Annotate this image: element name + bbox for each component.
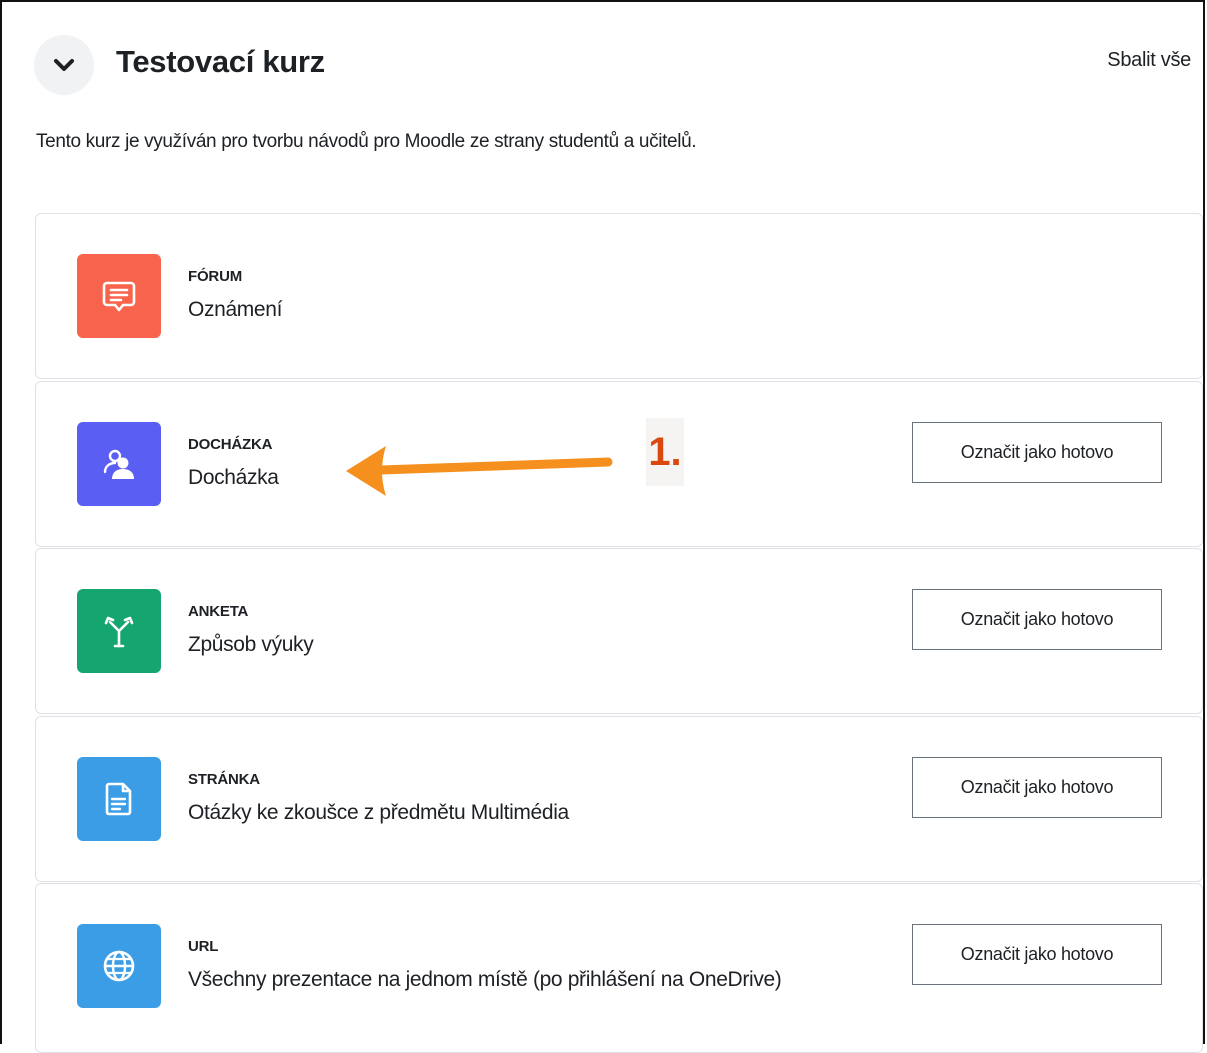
activity-name-link[interactable]: Všechny prezentace na jednom místě (po p… bbox=[188, 968, 782, 992]
activity-forum: FÓRUM Oznámení bbox=[35, 213, 1203, 379]
mark-as-done-button[interactable]: Označit jako hotovo bbox=[912, 422, 1162, 483]
activity-icon-box[interactable] bbox=[77, 589, 161, 673]
activity-page: STRÁNKA Otázky ke zkoušce z předmětu Mul… bbox=[35, 716, 1203, 882]
activity-icon-box[interactable] bbox=[77, 422, 161, 506]
page-icon bbox=[105, 782, 132, 816]
activity-icon-box[interactable] bbox=[77, 757, 161, 841]
attendance-icon bbox=[103, 449, 134, 479]
activity-type: DOCHÁZKA bbox=[188, 436, 273, 453]
activity-type: FÓRUM bbox=[188, 268, 242, 285]
activity-icon-box[interactable] bbox=[77, 254, 161, 338]
activity-type: STRÁNKA bbox=[188, 771, 260, 788]
activity-type: URL bbox=[188, 938, 219, 955]
mark-as-done-button[interactable]: Označit jako hotovo bbox=[912, 924, 1162, 985]
course-description: Tento kurz je využíván pro tvorbu návodů… bbox=[36, 131, 697, 152]
chevron-down-icon bbox=[54, 59, 74, 71]
collapse-all-link[interactable]: Sbalit vše bbox=[1107, 49, 1191, 72]
activity-name-link[interactable]: Způsob výuky bbox=[188, 633, 314, 657]
activity-url: URL Všechny prezentace na jednom místě (… bbox=[35, 883, 1203, 1053]
activity-name-link[interactable]: Docházka bbox=[188, 466, 279, 490]
activity-name-link[interactable]: Oznámení bbox=[188, 298, 282, 322]
course-title: Testovací kurz bbox=[116, 44, 325, 79]
activity-type: ANKETA bbox=[188, 603, 249, 620]
annotation-step-label: 1. bbox=[646, 418, 684, 486]
activity-icon-box[interactable] bbox=[77, 924, 161, 1008]
annotation-arrow-icon bbox=[346, 446, 613, 496]
choice-icon bbox=[104, 616, 134, 648]
activity-name-link[interactable]: Otázky ke zkoušce z předmětu Multimédia bbox=[188, 801, 569, 825]
activity-choice: ANKETA Způsob výuky Označit jako hotovo bbox=[35, 548, 1203, 714]
forum-icon bbox=[102, 281, 136, 312]
mark-as-done-button[interactable]: Označit jako hotovo bbox=[912, 589, 1162, 650]
globe-icon bbox=[103, 950, 135, 982]
mark-as-done-button[interactable]: Označit jako hotovo bbox=[912, 757, 1162, 818]
collapse-section-button[interactable] bbox=[34, 35, 94, 95]
